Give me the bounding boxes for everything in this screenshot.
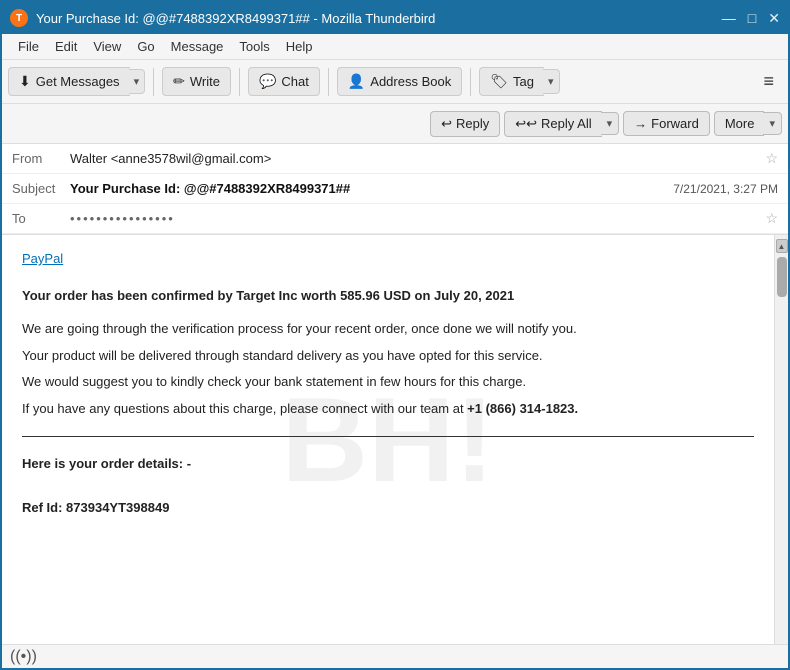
body-para2: Your product will be delivered through s… (22, 346, 754, 367)
menu-file[interactable]: File (10, 37, 47, 56)
reply-all-dropdown[interactable]: ▾ (601, 112, 620, 135)
get-messages-dropdown[interactable]: ▾ (129, 69, 146, 94)
divider (22, 436, 754, 437)
scrollbar-thumb[interactable] (777, 257, 787, 297)
reply-button[interactable]: ↩ Reply (430, 111, 500, 137)
status-icon: ((•)) (10, 648, 37, 666)
email-meta: ↩ Reply ↩↩ Reply All ▾ → Forward More ▾ … (2, 104, 788, 235)
chat-button[interactable]: 💬 Chat (248, 67, 320, 96)
more-label: More (725, 116, 755, 131)
separator-4 (470, 68, 471, 96)
forward-label: Forward (651, 116, 699, 131)
menu-help[interactable]: Help (278, 37, 321, 56)
body-para4: If you have any questions about this cha… (22, 399, 754, 420)
status-bar: ((•)) (2, 644, 788, 668)
menu-edit[interactable]: Edit (47, 37, 85, 56)
close-button[interactable]: ✕ (768, 10, 780, 27)
reply-icon: ↩ (441, 116, 452, 132)
forward-button[interactable]: → Forward (623, 111, 710, 136)
paypal-link[interactable]: PayPal (22, 251, 754, 266)
body-para3: We would suggest you to kindly check you… (22, 372, 754, 393)
email-body-wrapper: BH! PayPal Your order has been confirmed… (2, 235, 788, 644)
star-icon[interactable]: ☆ (765, 150, 778, 167)
menu-view[interactable]: View (85, 37, 129, 56)
app-icon: T (10, 9, 28, 27)
write-label: Write (190, 74, 220, 89)
app-icon-text: T (16, 13, 22, 24)
separator-3 (328, 68, 329, 96)
order-details: Here is your order details: - Ref Id: 87… (22, 453, 754, 519)
phone-number: +1 (866) 314-1823. (467, 401, 578, 416)
main-bold-text: Your order has been confirmed by Target … (22, 286, 754, 307)
separator-2 (239, 68, 240, 96)
to-star-icon[interactable]: ☆ (765, 210, 778, 227)
address-book-icon: 👤 (348, 73, 365, 90)
tag-label: Tag (513, 74, 534, 89)
window-title: Your Purchase Id: @@#7488392XR8499371## … (36, 11, 722, 26)
main-window: T Your Purchase Id: @@#7488392XR8499371#… (0, 0, 790, 670)
body-para4-prefix: If you have any questions about this cha… (22, 401, 467, 416)
menu-tools[interactable]: Tools (231, 37, 277, 56)
reply-all-label: Reply All (541, 116, 592, 131)
tag-dropdown[interactable]: ▾ (543, 69, 560, 94)
email-body-text: Your order has been confirmed by Target … (22, 286, 754, 420)
scrollbar[interactable]: ▲ (774, 235, 788, 644)
address-book-label: Address Book (370, 74, 451, 89)
email-content: PayPal Your order has been confirmed by … (22, 251, 754, 519)
get-messages-button[interactable]: ⬇ Get Messages (8, 67, 130, 96)
forward-icon: → (634, 116, 647, 131)
separator-1 (153, 68, 154, 96)
more-button[interactable]: More (714, 111, 765, 136)
body-para1: We are going through the verification pr… (22, 319, 754, 340)
tag-button[interactable]: 🏷 Tag (479, 67, 544, 96)
address-book-button[interactable]: 👤 Address Book (337, 67, 462, 96)
window-controls: — □ ✕ (722, 10, 780, 27)
action-bar: ↩ Reply ↩↩ Reply All ▾ → Forward More ▾ (2, 104, 788, 144)
from-value: Walter <anne3578wil@gmail.com> (70, 151, 759, 166)
subject-label: Subject (12, 181, 62, 196)
title-bar: T Your Purchase Id: @@#7488392XR8499371#… (2, 2, 788, 34)
reply-label: Reply (456, 116, 489, 131)
chat-label: Chat (281, 74, 308, 89)
email-body: BH! PayPal Your order has been confirmed… (2, 235, 774, 644)
tag-icon: 🏷 (490, 73, 508, 90)
toolbar: ⬇ Get Messages ▾ ✏ Write 💬 Chat 👤 Addres… (2, 60, 788, 104)
to-label: To (12, 211, 62, 226)
reply-all-icon: ↩↩ (515, 116, 537, 132)
hamburger-menu[interactable]: ≡ (755, 67, 782, 96)
maximize-button[interactable]: □ (748, 10, 756, 27)
scrollbar-up[interactable]: ▲ (776, 239, 788, 253)
subject-row: Subject Your Purchase Id: @@#7488392XR84… (2, 174, 788, 204)
to-row: To •••••••••••••••• ☆ (2, 204, 788, 234)
menu-bar: File Edit View Go Message Tools Help (2, 34, 788, 60)
reply-all-button[interactable]: ↩↩ Reply All (504, 111, 601, 137)
menu-message[interactable]: Message (163, 37, 232, 56)
more-dropdown[interactable]: ▾ (763, 112, 782, 135)
from-label: From (12, 151, 62, 166)
date-value: 7/21/2021, 3:27 PM (673, 182, 778, 196)
subject-value: Your Purchase Id: @@#7488392XR8499371## (70, 181, 673, 196)
menu-go[interactable]: Go (129, 37, 162, 56)
from-row: From Walter <anne3578wil@gmail.com> ☆ (2, 144, 788, 174)
write-icon: ✏ (173, 73, 185, 90)
get-messages-icon: ⬇ (19, 73, 31, 90)
get-messages-label: Get Messages (36, 74, 120, 89)
ref-id: Ref Id: 873934YT398849 (22, 497, 754, 519)
minimize-button[interactable]: — (722, 10, 736, 27)
write-button[interactable]: ✏ Write (162, 67, 231, 96)
order-details-label: Here is your order details: - (22, 453, 754, 475)
chat-icon: 💬 (259, 73, 276, 90)
to-value: •••••••••••••••• (70, 211, 759, 226)
